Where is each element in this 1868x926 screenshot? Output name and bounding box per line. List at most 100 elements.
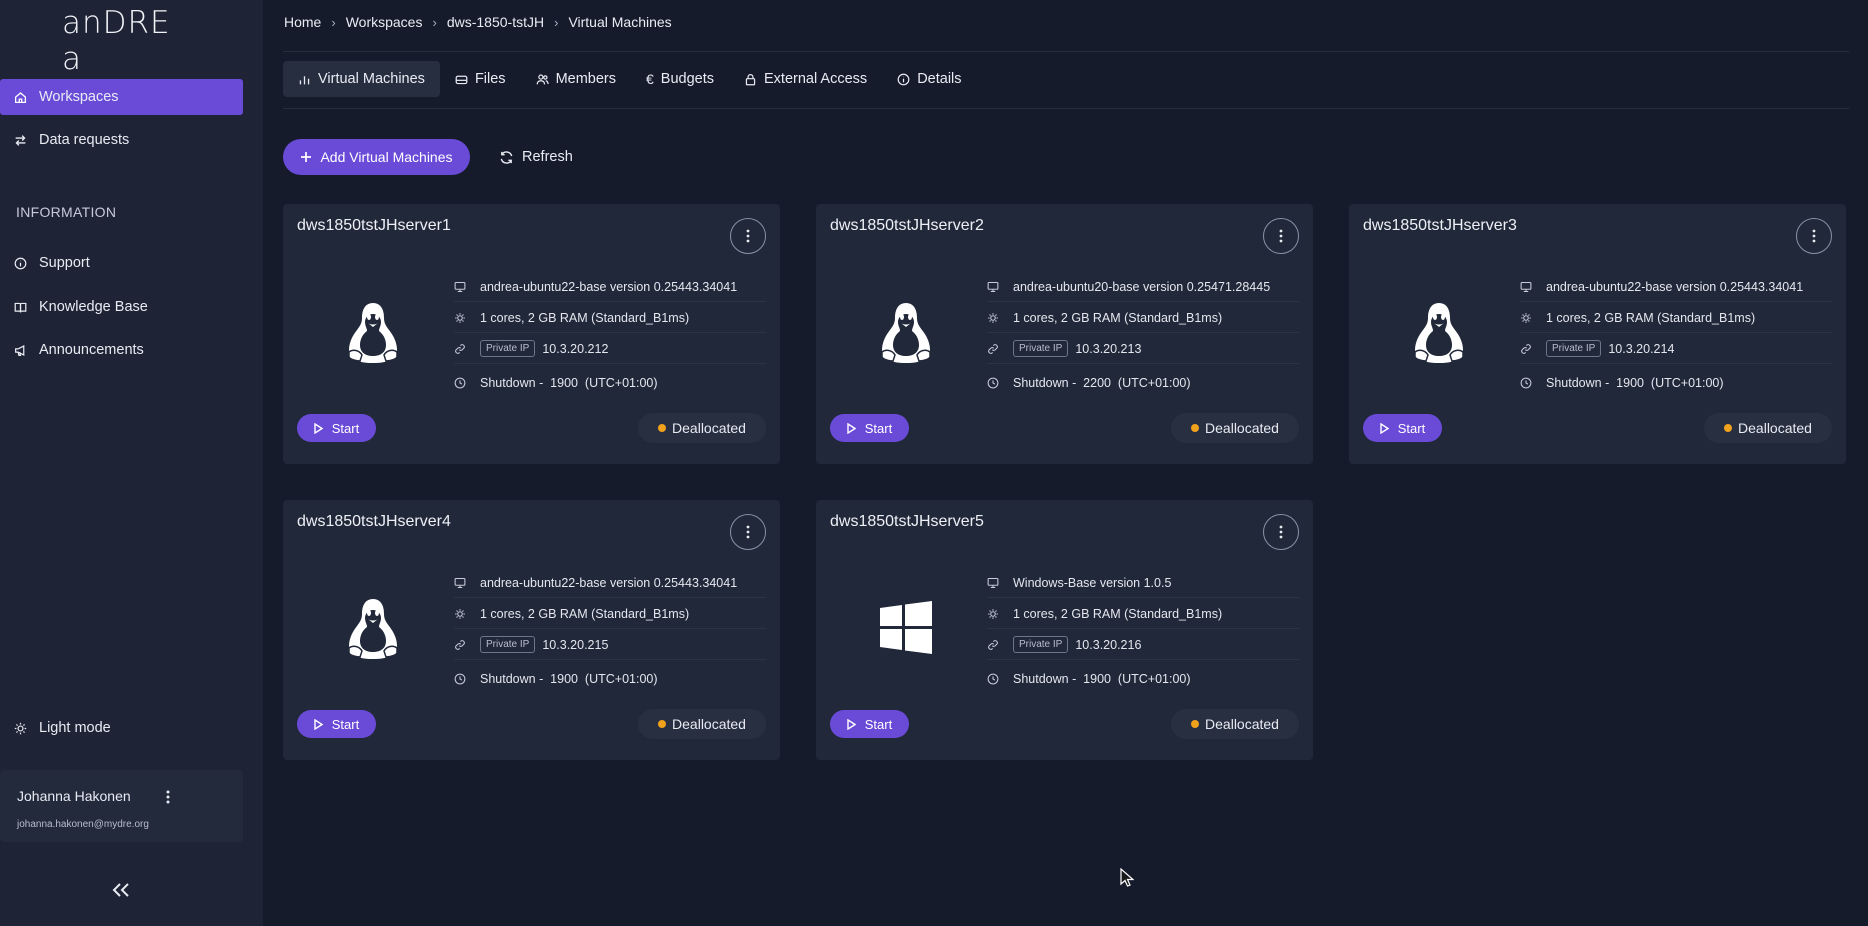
os-icon: [876, 596, 936, 660]
vm-shutdown-row: Shutdown - 1900 (UTC+01:00): [1520, 368, 1832, 398]
sidebar-item-data-requests[interactable]: Data requests: [0, 122, 243, 158]
light-mode-toggle[interactable]: Light mode: [0, 710, 243, 746]
vm-shutdown: Shutdown - 1900 (UTC+01:00): [480, 672, 658, 686]
start-vm-button[interactable]: Start: [297, 710, 376, 738]
monitor-icon: [987, 577, 999, 588]
breadcrumb: Home › Workspaces › dws-1850-tstJH › Vir…: [284, 12, 672, 32]
monitor-icon: [1520, 281, 1532, 292]
status-dot: [658, 720, 667, 728]
add-button-label: Add Virtual Machines: [320, 149, 453, 165]
start-vm-button[interactable]: Start: [1363, 414, 1442, 442]
vm-shutdown: Shutdown - 1900 (UTC+01:00): [480, 376, 658, 390]
start-label: Start: [331, 420, 360, 436]
user-name: Johanna Hakonen: [17, 788, 131, 804]
tab-label: Details: [917, 71, 962, 87]
monitor-icon: [454, 281, 466, 292]
add-virtual-machines-button[interactable]: Add Virtual Machines: [283, 139, 470, 175]
status-badge: Deallocated: [1171, 709, 1299, 739]
tab-members[interactable]: Members: [521, 61, 631, 97]
sidebar-item-label: Workspaces: [39, 89, 119, 105]
link-icon: [1521, 343, 1531, 354]
vm-card: dws1850tstJHserver1 andrea-ubuntu22-base…: [283, 204, 780, 464]
sidebar-item-support[interactable]: Support: [0, 245, 243, 281]
tab-details[interactable]: Details: [882, 61, 976, 97]
private-ip-badge: Private IP: [480, 636, 536, 653]
os-icon: [343, 596, 403, 660]
bar-chart-icon: [299, 75, 310, 84]
user-email: johanna.hakonen@mydre.org: [17, 819, 149, 830]
tab-files[interactable]: Files: [440, 61, 521, 97]
vm-ip: 10.3.20.216: [1075, 637, 1142, 652]
user-menu-button[interactable]: [162, 788, 174, 806]
vm-menu-button[interactable]: [1263, 514, 1299, 550]
tab-virtual-machines[interactable]: Virtual Machines: [283, 61, 440, 97]
user-profile: Johanna Hakonen johanna.hakonen@mydre.or…: [0, 770, 243, 842]
clock-icon: [987, 377, 999, 389]
chevron-right-icon: ›: [554, 14, 559, 30]
vm-card: dws1850tstJHserver5 Windows-Base version…: [816, 500, 1313, 760]
sidebar-item-announcements[interactable]: Announcements: [0, 332, 243, 368]
status-label: Deallocated: [1738, 420, 1812, 436]
book-icon: [14, 302, 27, 312]
start-vm-button[interactable]: Start: [830, 710, 909, 738]
tab-bar: Virtual Machines Files Members € Budgets…: [283, 61, 977, 97]
cpu-icon: [455, 608, 465, 619]
breadcrumb-workspaces[interactable]: Workspaces: [346, 14, 423, 30]
vm-menu-button[interactable]: [730, 514, 766, 550]
vm-name: dws1850tstJHserver2: [830, 217, 984, 234]
vm-menu-button[interactable]: [1796, 218, 1832, 254]
section-label-information: INFORMATION: [16, 204, 117, 220]
status-badge: Deallocated: [638, 709, 766, 739]
play-icon: [314, 718, 323, 730]
status-label: Deallocated: [1205, 716, 1279, 732]
status-dot: [1191, 720, 1200, 728]
divider: [283, 108, 1849, 109]
vm-card: dws1850tstJHserver3 andrea-ubuntu22-base…: [1349, 204, 1846, 464]
refresh-label: Refresh: [522, 149, 573, 165]
sidebar-item-workspaces[interactable]: Workspaces: [0, 79, 243, 115]
collapse-sidebar-button[interactable]: [108, 878, 134, 902]
euro-icon: €: [646, 71, 654, 87]
kebab-icon: [166, 790, 170, 804]
tab-budgets[interactable]: € Budgets: [631, 61, 729, 97]
vm-menu-button[interactable]: [730, 218, 766, 254]
sidebar-item-label: Announcements: [39, 342, 144, 358]
start-vm-button[interactable]: Start: [297, 414, 376, 442]
vm-shutdown-row: Shutdown - 1900 (UTC+01:00): [454, 368, 766, 398]
clock-icon: [987, 673, 999, 685]
breadcrumb-workspace[interactable]: dws-1850-tstJH: [447, 14, 544, 30]
os-icon: [343, 300, 403, 364]
vm-image: Windows-Base version 1.0.5: [1013, 575, 1172, 590]
vm-name: dws1850tstJHserver4: [297, 513, 451, 530]
clock-icon: [1520, 377, 1532, 389]
vm-ip-row: Private IP 10.3.20.212: [454, 334, 766, 364]
mouse-cursor-icon: [1120, 868, 1134, 887]
start-vm-button[interactable]: Start: [830, 414, 909, 442]
vm-image-row: Windows-Base version 1.0.5: [987, 568, 1299, 598]
status-badge: Deallocated: [1171, 413, 1299, 443]
start-label: Start: [1397, 420, 1426, 436]
sidebar-item-knowledge-base[interactable]: Knowledge Base: [0, 289, 243, 325]
status-label: Deallocated: [1205, 420, 1279, 436]
drive-icon: [455, 75, 468, 84]
vm-image: andrea-ubuntu20-base version 0.25471.284…: [1013, 279, 1271, 294]
vm-size-row: 1 cores, 2 GB RAM (Standard_B1ms): [454, 303, 766, 333]
clock-icon: [454, 673, 466, 685]
kebab-icon: [1279, 229, 1283, 243]
vm-menu-button[interactable]: [1263, 218, 1299, 254]
vm-ip-row: Private IP 10.3.20.213: [987, 334, 1299, 364]
refresh-icon: [500, 150, 513, 164]
status-label: Deallocated: [672, 716, 746, 732]
play-icon: [847, 422, 856, 434]
status-badge: Deallocated: [638, 413, 766, 443]
breadcrumb-home[interactable]: Home: [284, 14, 321, 30]
app-logo[interactable]: anDRE a: [62, 5, 182, 77]
chevron-right-icon: ›: [331, 14, 336, 30]
tab-label: Virtual Machines: [318, 71, 425, 87]
vm-size-row: 1 cores, 2 GB RAM (Standard_B1ms): [454, 599, 766, 629]
sun-icon: [14, 722, 27, 734]
vm-image-row: andrea-ubuntu22-base version 0.25443.340…: [454, 568, 766, 598]
refresh-button[interactable]: Refresh: [499, 139, 573, 175]
vm-image-row: andrea-ubuntu22-base version 0.25443.340…: [454, 272, 766, 302]
tab-external-access[interactable]: External Access: [729, 61, 882, 97]
